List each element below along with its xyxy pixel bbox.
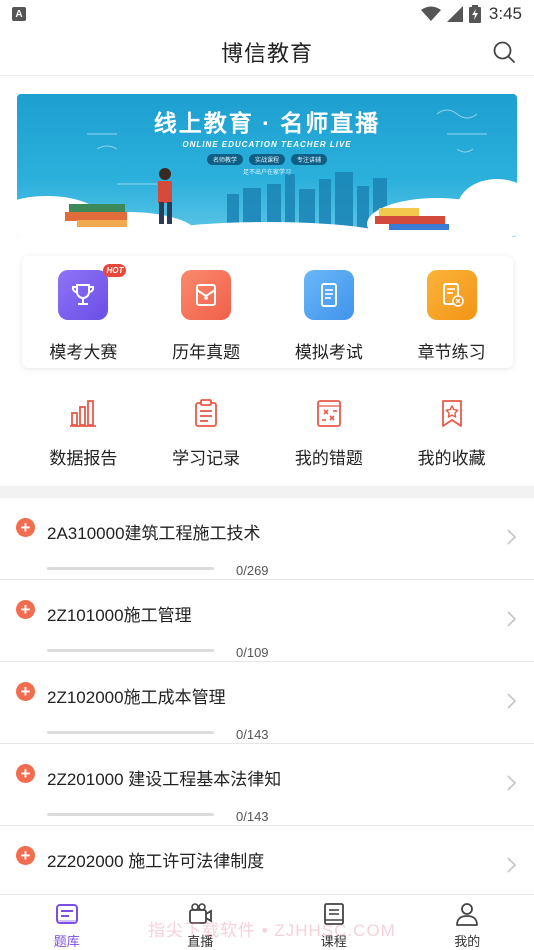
expand-plus-icon[interactable]: + xyxy=(16,518,35,537)
user-icon xyxy=(454,901,480,927)
chevron-right-icon xyxy=(507,611,517,627)
chapter-title: 2Z202000 施工许可法律制度 xyxy=(47,852,265,871)
banner-title: 线上教育 · 名师直播 xyxy=(153,110,381,136)
quick-item-label: 章节练习 xyxy=(417,343,486,362)
page-title: 博信教育 xyxy=(220,40,313,66)
chevron-right-icon xyxy=(507,857,517,873)
hot-badge: HOT xyxy=(103,264,127,277)
expand-plus-icon[interactable]: + xyxy=(16,764,35,783)
nav-item-mine[interactable]: 我的 xyxy=(417,901,517,950)
chevron-right-icon xyxy=(507,529,517,545)
quick-item-label: 历年真题 xyxy=(172,343,241,362)
quick-item-mock-contest[interactable]: HOT 模考大赛 xyxy=(28,264,138,363)
progress-count: 0/143 xyxy=(236,809,269,824)
status-bar: A 3:45 xyxy=(0,0,534,28)
sec-item-favorites[interactable]: 我的收藏 xyxy=(397,396,507,469)
quick-item-past-papers[interactable]: 历年真题 xyxy=(151,270,261,363)
banner-chips: 名师教学 实战课程 专注讲辅 xyxy=(17,154,517,165)
expand-plus-icon[interactable]: + xyxy=(16,600,35,619)
quick-item-label: 模考大赛 xyxy=(49,343,118,362)
quick-item-label: 模拟考试 xyxy=(294,343,363,362)
sec-item-label: 我的收藏 xyxy=(417,449,486,468)
chapter-row[interactable]: + 2Z201000 建设工程基本法律知 0/143 xyxy=(0,744,534,826)
sec-item-wrong-questions[interactable]: 我的错题 xyxy=(274,396,384,469)
bookmark-star-icon xyxy=(435,396,469,430)
nav-label: 题库 xyxy=(53,934,80,949)
progress-bar xyxy=(47,731,214,734)
progress-bar xyxy=(47,813,214,816)
section-divider xyxy=(0,486,534,498)
chapter-title: 2A310000建筑工程施工技术 xyxy=(47,524,261,543)
sec-item-data-report[interactable]: 数据报告 xyxy=(28,396,138,469)
banner-chip: 名师教学 xyxy=(206,154,243,165)
trophy-icon xyxy=(58,270,109,320)
promo-banner[interactable]: 线上教育 · 名师直播 ONLINE EDUCATION TEACHER LIV… xyxy=(17,94,517,237)
sec-item-label: 数据报告 xyxy=(49,449,118,468)
clock-time: 3:45 xyxy=(488,4,522,23)
bottom-nav: 题库 直播 课程 我的 xyxy=(0,894,534,950)
nav-label: 课程 xyxy=(320,934,347,949)
expand-plus-icon[interactable]: + xyxy=(16,682,35,701)
signal-icon xyxy=(446,6,463,22)
progress-bar xyxy=(47,567,214,570)
chapter-row[interactable]: + 2Z102000施工成本管理 0/143 xyxy=(0,662,534,744)
nav-label: 我的 xyxy=(454,934,481,949)
expand-plus-icon[interactable]: + xyxy=(16,846,35,865)
search-icon xyxy=(493,41,515,63)
chapter-title: 2Z201000 建设工程基本法律知 xyxy=(47,770,282,789)
document-x-icon xyxy=(426,270,477,320)
progress-bar xyxy=(47,649,214,652)
wifi-icon xyxy=(420,6,441,21)
tablet-icon xyxy=(303,270,354,320)
app-header: 博信教育 xyxy=(0,28,534,76)
quick-item-chapter-practice[interactable]: 章节练习 xyxy=(397,270,507,363)
battery-icon xyxy=(468,5,481,23)
chapter-row[interactable]: + 2Z101000施工管理 0/109 xyxy=(0,580,534,662)
progress-count: 0/269 xyxy=(236,563,269,578)
banner-chip: 专注讲辅 xyxy=(291,154,328,165)
chapter-list: + 2A310000建筑工程施工技术 0/269 + 2Z101000施工管理 … xyxy=(0,498,534,908)
chevron-right-icon xyxy=(507,693,517,709)
clipboard-icon xyxy=(189,396,223,430)
book-icon xyxy=(321,901,347,927)
banner-tagline: 足不出户在家学习 xyxy=(242,170,291,176)
progress-count: 0/143 xyxy=(236,727,269,742)
wrong-book-icon xyxy=(312,396,346,430)
banner-chip: 实战课程 xyxy=(248,154,285,165)
notification-a-icon: A xyxy=(12,7,26,21)
sec-item-label: 学习记录 xyxy=(172,449,241,468)
chapter-row[interactable]: + 2A310000建筑工程施工技术 0/269 xyxy=(0,498,534,580)
chevron-right-icon xyxy=(507,775,517,791)
chapter-title: 2Z102000施工成本管理 xyxy=(47,688,226,707)
video-camera-icon xyxy=(187,901,213,927)
envelope-icon xyxy=(181,270,232,320)
sec-item-label: 我的错题 xyxy=(294,449,363,468)
question-bank-icon xyxy=(54,901,80,927)
nav-item-live[interactable]: 直播 xyxy=(150,901,250,950)
search-button[interactable] xyxy=(490,38,518,66)
secondary-grid: 数据报告 学习记录 我的错题 我的收藏 xyxy=(22,396,513,469)
nav-item-question-bank[interactable]: 题库 xyxy=(17,901,117,950)
progress-count: 0/109 xyxy=(236,645,269,660)
banner-subtitle: ONLINE EDUCATION TEACHER LIVE xyxy=(182,140,352,149)
bar-chart-icon xyxy=(66,396,100,430)
nav-label: 直播 xyxy=(187,934,214,949)
quick-item-mock-exam[interactable]: 模拟考试 xyxy=(274,270,384,363)
quick-access-card: HOT 模考大赛 历年真题 模拟考试 章节练习 xyxy=(22,256,513,368)
chapter-title: 2Z101000施工管理 xyxy=(47,606,192,625)
nav-item-courses[interactable]: 课程 xyxy=(284,901,384,950)
sec-item-study-record[interactable]: 学习记录 xyxy=(151,396,261,469)
